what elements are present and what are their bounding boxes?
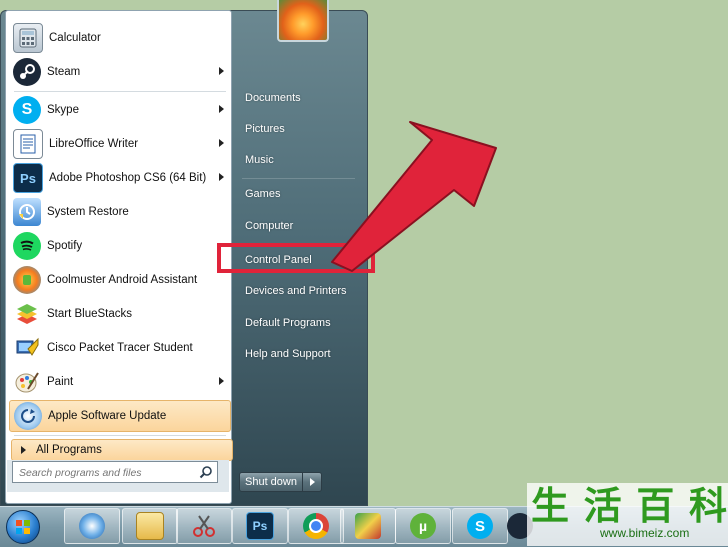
watermark-char: 百 [636, 484, 675, 528]
network-icon [79, 513, 105, 539]
taskbar-explorer-button[interactable] [122, 508, 178, 544]
watermark-text: 生 活 百 科 [531, 484, 727, 528]
file-explorer-icon [136, 512, 164, 540]
windows-start-icon [6, 510, 40, 544]
watermark-char: 活 [583, 484, 622, 528]
annotation-arrow-icon [331, 121, 497, 272]
taskbar-utorrent-button[interactable]: µ [395, 508, 451, 544]
taskbar-picture-manager-button[interactable] [340, 508, 396, 544]
snipping-tool-icon [191, 513, 217, 539]
photoshop-icon: Ps [246, 512, 274, 540]
taskbar-photoshop-button[interactable]: Ps [232, 508, 288, 544]
skype-icon: S [467, 513, 493, 539]
taskbar-snipping-button[interactable] [176, 508, 232, 544]
watermark-char: 科 [688, 484, 727, 528]
watermark-url: www.bimeiz.com [600, 526, 690, 540]
start-button[interactable] [2, 508, 44, 546]
picture-manager-icon [355, 513, 381, 539]
taskbar-network-button[interactable] [64, 508, 120, 544]
utorrent-icon: µ [410, 513, 436, 539]
taskbar-chrome-button[interactable] [288, 508, 344, 544]
watermark-char: 生 [531, 484, 570, 528]
chrome-icon [303, 513, 329, 539]
